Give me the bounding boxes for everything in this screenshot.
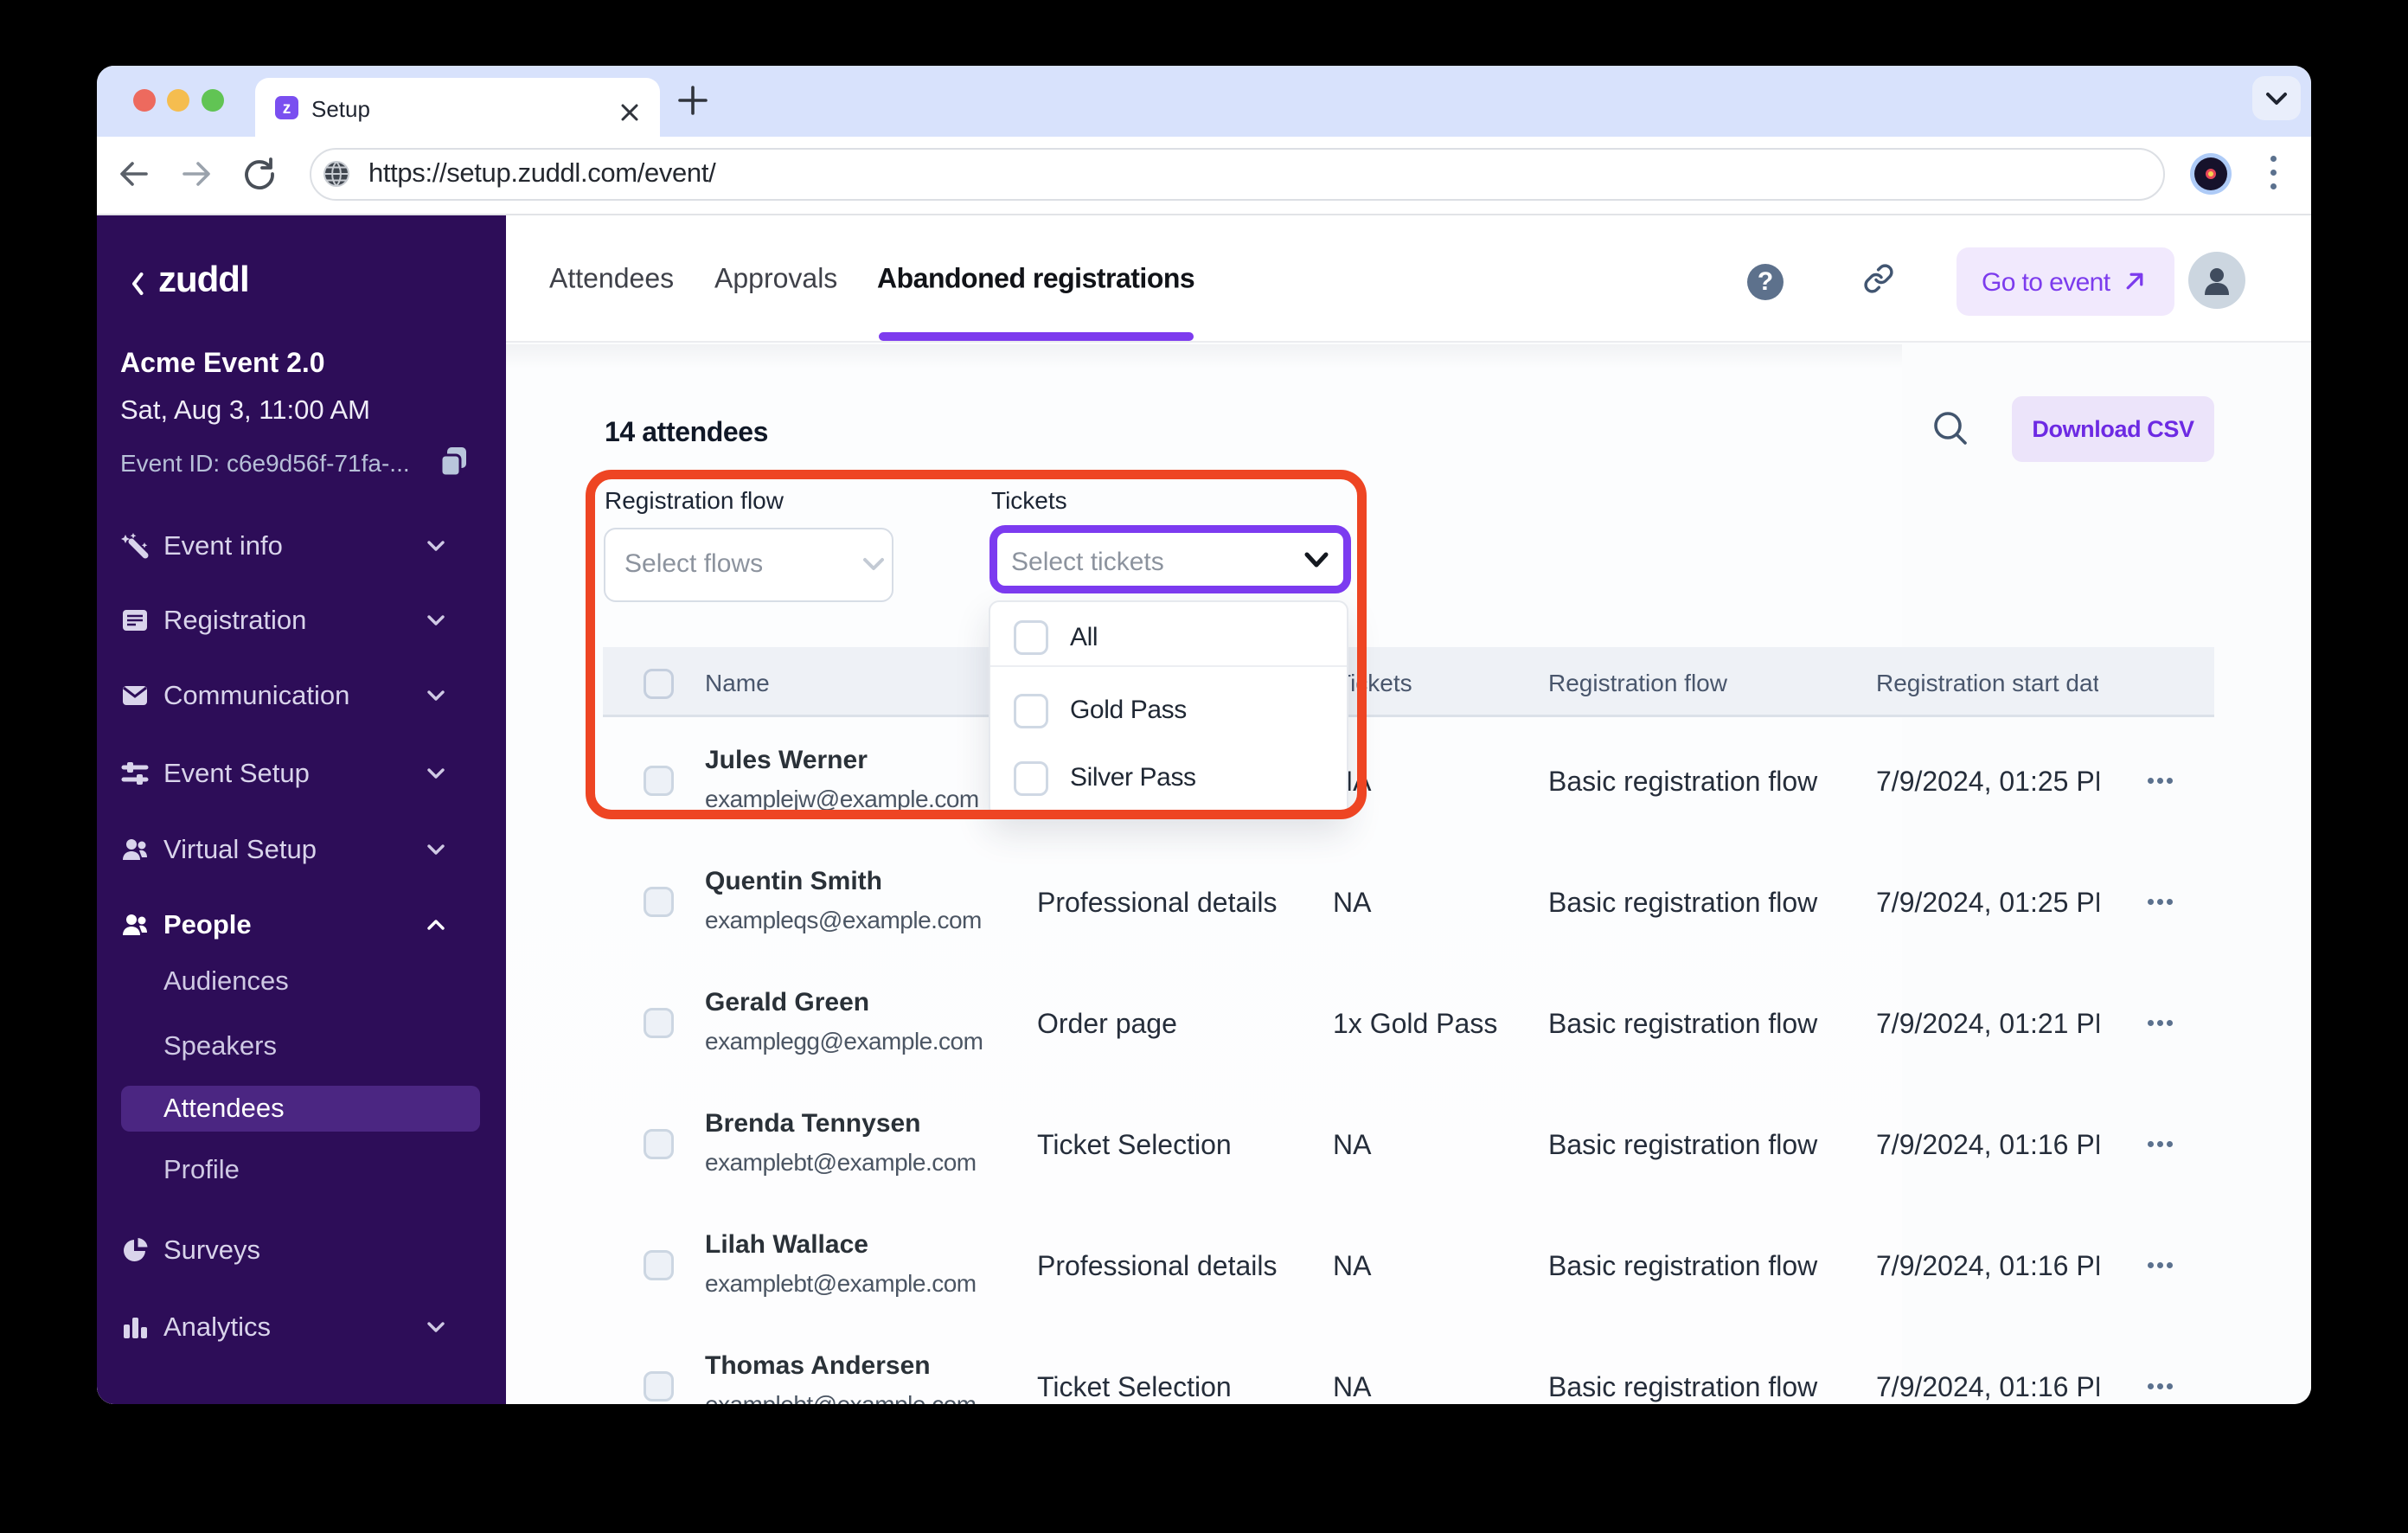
svg-text:z: z — [283, 99, 291, 118]
